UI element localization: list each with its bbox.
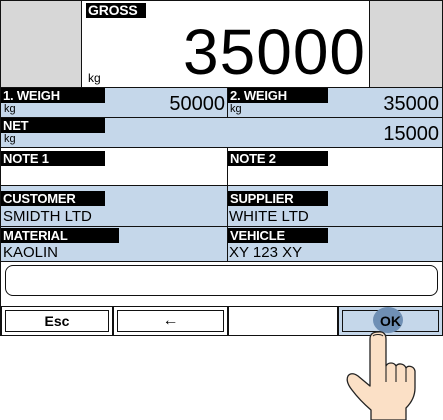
net-label: NET bbox=[1, 118, 105, 133]
supplier-value: WHITE LTD bbox=[229, 208, 309, 225]
gross-label: GROSS bbox=[86, 3, 146, 18]
vehicle-label: VEHICLE bbox=[228, 228, 328, 243]
weigh2-unit: kg bbox=[230, 103, 242, 115]
gross-unit: kg bbox=[88, 71, 101, 85]
esc-button[interactable]: Esc bbox=[1, 306, 113, 336]
net-value: 15000 bbox=[383, 123, 439, 145]
material-label: MATERIAL bbox=[1, 228, 119, 243]
customer-value: SMIDTH LTD bbox=[3, 208, 92, 225]
weigh2-label: 2. WEIGH bbox=[228, 88, 328, 103]
weigh1-value: 50000 bbox=[169, 93, 225, 115]
blank-button bbox=[228, 306, 338, 336]
weigh2-value: 35000 bbox=[383, 93, 439, 115]
gross-left-panel bbox=[1, 1, 81, 87]
pointing-hand-icon bbox=[346, 331, 416, 420]
gross-value: 35000 bbox=[183, 16, 366, 88]
net-unit: kg bbox=[4, 133, 16, 145]
back-button[interactable]: ← bbox=[113, 306, 228, 336]
weigh1-label: 1. WEIGH bbox=[1, 88, 105, 103]
weigh1-unit: kg bbox=[4, 103, 16, 115]
customer-label: CUSTOMER bbox=[1, 191, 105, 206]
entry-input[interactable] bbox=[5, 265, 438, 296]
material-value: KAOLIN bbox=[3, 244, 59, 261]
esc-button-label: Esc bbox=[44, 313, 70, 329]
vehicle-value: XY 123 XY bbox=[229, 244, 303, 261]
arrow-left-icon: ← bbox=[162, 312, 179, 329]
gross-right-panel bbox=[370, 1, 442, 87]
supplier-label: SUPPLIER bbox=[228, 191, 328, 206]
note2-label: NOTE 2 bbox=[228, 151, 328, 166]
note1-label: NOTE 1 bbox=[1, 151, 105, 166]
